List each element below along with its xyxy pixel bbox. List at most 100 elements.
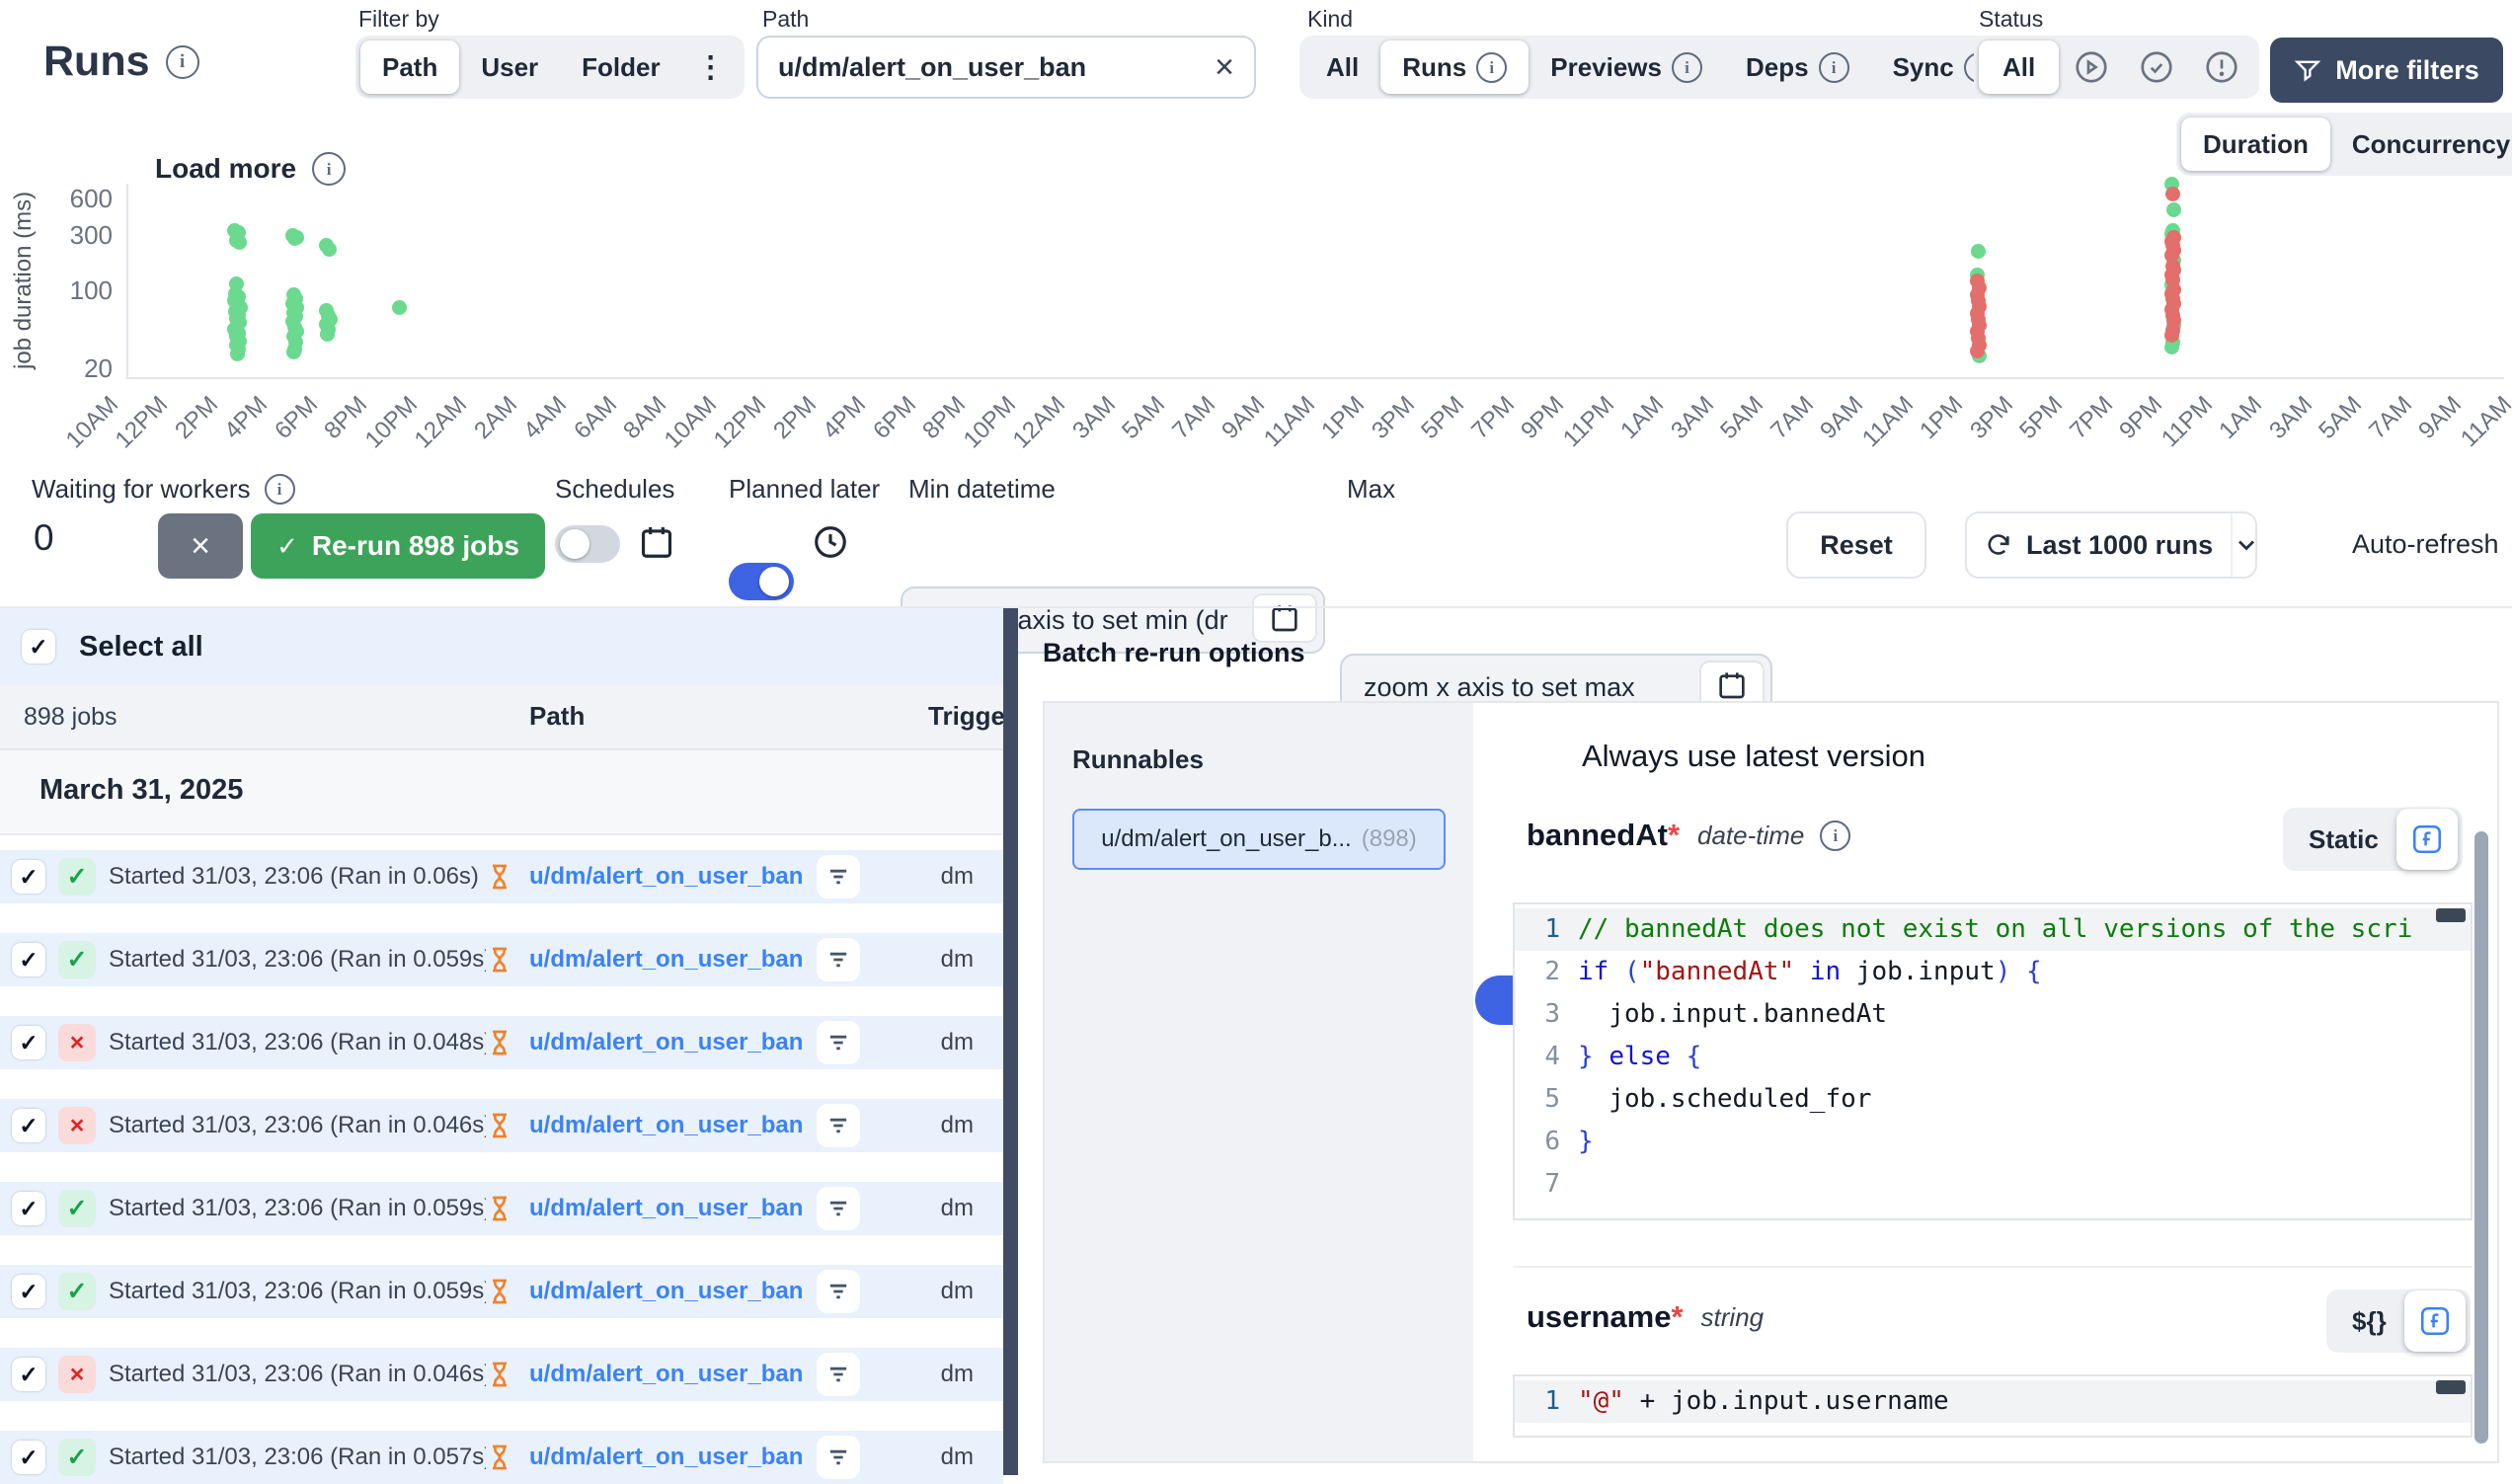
run-path-link[interactable]: u/dm/alert_on_user_ban [529, 1029, 803, 1056]
bannedAt-code-editor[interactable]: 1// bannedAt does not exist on all versi… [1513, 902, 2473, 1220]
run-dot-success[interactable] [322, 242, 337, 257]
username-code-editor[interactable]: 1"@" + job.input.username [1513, 1374, 2473, 1438]
min-datetime-calendar-button[interactable] [1252, 593, 1317, 643]
calendar-icon[interactable] [638, 523, 675, 566]
mode-javascript-button[interactable] [2404, 1290, 2466, 1352]
path-filter-input[interactable]: u/dm/alert_on_user_ban × [756, 36, 1256, 99]
code-line[interactable]: 2if ("bannedAt" in job.input) { [1515, 951, 2471, 993]
line-number: 1 [1515, 908, 1578, 951]
runs-limit-button[interactable]: Last 1000 runs [1967, 513, 2231, 577]
run-dot-failure[interactable] [2164, 328, 2179, 343]
kind-all[interactable]: All [1304, 40, 1380, 94]
column-path: Path [529, 701, 585, 732]
select-all-checkbox[interactable]: ✓ [22, 630, 55, 664]
row-checkbox[interactable]: ✓ [12, 1358, 45, 1391]
field-info-icon[interactable]: i [1820, 820, 1850, 851]
filter-by-path-button[interactable] [817, 1187, 860, 1230]
select-all-bar[interactable]: ✓ Select all [0, 608, 1003, 685]
row-checkbox[interactable]: ✓ [12, 1192, 45, 1225]
run-path-link[interactable]: u/dm/alert_on_user_ban [529, 1361, 803, 1388]
row-checkbox[interactable]: ✓ [12, 1275, 45, 1308]
row-checkbox[interactable]: ✓ [12, 860, 45, 894]
filter-by-path-button[interactable] [817, 938, 860, 981]
panel-scrollbar-thumb[interactable] [2474, 831, 2488, 1444]
run-dot-success[interactable] [392, 300, 407, 315]
waiting-for-workers-value: 0 [34, 517, 54, 559]
mode-static-option[interactable]: Static [2309, 824, 2379, 855]
status-all[interactable]: All [1979, 40, 2059, 94]
run-row[interactable]: ✓×Started 31/03, 23:06 (Ran in 0.048s)u/… [0, 1016, 1003, 1069]
filter-by-path-button[interactable] [817, 1270, 860, 1313]
filter-by-path-button[interactable] [817, 855, 860, 898]
view-concurrency[interactable]: Concurrency [2330, 117, 2512, 171]
run-path-link[interactable]: u/dm/alert_on_user_ban [529, 1112, 803, 1139]
kind-deps[interactable]: Depsi [1724, 40, 1871, 94]
filter-by-path-button[interactable] [817, 1436, 860, 1479]
run-dot-success[interactable] [286, 345, 301, 359]
filter-by-path[interactable]: Path [360, 40, 459, 94]
rerun-jobs-button[interactable]: ✓ Re-run 898 jobs [251, 513, 545, 579]
run-row[interactable]: ✓×Started 31/03, 23:06 (Ran in 0.046s)u/… [0, 1348, 1003, 1401]
code-line[interactable]: 3 job.input.bannedAt [1515, 993, 2471, 1036]
line-number: 7 [1515, 1163, 1578, 1206]
run-path-link[interactable]: u/dm/alert_on_user_ban [529, 1195, 803, 1222]
row-checkbox[interactable]: ✓ [12, 1441, 45, 1474]
run-path-link[interactable]: u/dm/alert_on_user_ban [529, 1278, 803, 1305]
status-success-icon[interactable] [2124, 40, 2189, 94]
run-dot-success[interactable] [2166, 202, 2181, 217]
code-line[interactable]: 4} else { [1515, 1036, 2471, 1078]
runs-limit-dropdown-button[interactable] [2231, 513, 2260, 577]
status-failure-icon[interactable] [2189, 40, 2254, 94]
run-row[interactable]: ✓×Started 31/03, 23:06 (Ran in 0.046s)u/… [0, 1099, 1003, 1152]
run-dot-success[interactable] [1971, 244, 1986, 259]
run-row[interactable]: ✓✓Started 31/03, 23:06 (Ran in 0.059s)u/… [0, 1182, 1003, 1235]
runs-info-icon[interactable]: i [166, 45, 199, 79]
run-dot-success[interactable] [320, 327, 335, 342]
clock-icon[interactable] [812, 523, 849, 566]
run-row[interactable]: ✓✓Started 31/03, 23:06 (Ran in 0.059s)u/… [0, 1265, 1003, 1318]
code-line[interactable]: 5 job.scheduled_for [1515, 1078, 2471, 1121]
run-row[interactable]: ✓✓Started 31/03, 23:06 (Ran in 0.057s)u/… [0, 1431, 1003, 1484]
filter-by-path-button[interactable] [817, 1021, 860, 1064]
code-line[interactable]: 1"@" + job.input.username [1515, 1380, 2471, 1423]
kind-runs[interactable]: Runsi [1380, 40, 1529, 94]
clear-path-icon[interactable]: × [1215, 50, 1234, 84]
editor-scrollbar-thumb[interactable] [2436, 1380, 2466, 1394]
chevron-down-icon [2233, 531, 2260, 559]
run-path-link[interactable]: u/dm/alert_on_user_ban [529, 1444, 803, 1471]
code-line[interactable]: 7 [1515, 1163, 2471, 1206]
row-checkbox[interactable]: ✓ [12, 943, 45, 976]
run-path-link[interactable]: u/dm/alert_on_user_ban [529, 946, 803, 974]
filter-by-path-button[interactable] [817, 1353, 860, 1396]
reset-button[interactable]: Reset [1786, 511, 1926, 579]
mode-template-option[interactable]: ${} [2352, 1306, 2387, 1337]
runnable-chip[interactable]: u/dm/alert_on_user_b... (898) [1072, 809, 1446, 870]
run-path-link[interactable]: u/dm/alert_on_user_ban [529, 863, 803, 891]
run-dot-failure[interactable] [2165, 187, 2180, 201]
schedules-toggle[interactable] [555, 525, 620, 563]
kind-previews[interactable]: Previewsi [1529, 40, 1724, 94]
view-duration[interactable]: Duration [2181, 117, 2330, 171]
more-filters-button[interactable]: More filters [2270, 38, 2503, 103]
filter-by-user[interactable]: User [459, 40, 560, 94]
run-dot-failure[interactable] [1970, 344, 1985, 358]
mode-javascript-button[interactable] [2396, 809, 2458, 870]
filter-by-path-button[interactable] [817, 1104, 860, 1147]
editor-scrollbar-thumb[interactable] [2436, 908, 2466, 922]
run-row[interactable]: ✓✓Started 31/03, 23:06 (Ran in 0.059s)u/… [0, 933, 1003, 986]
cancel-selection-button[interactable]: × [158, 513, 243, 579]
status-running-icon[interactable] [2059, 40, 2124, 94]
run-row[interactable]: ✓✓Started 31/03, 23:06 (Ran in 0.06s)u/d… [0, 850, 1003, 903]
filter-by-more-kebab-icon[interactable]: ⋮ [682, 40, 740, 94]
row-checkbox[interactable]: ✓ [12, 1109, 45, 1142]
code-line[interactable]: 1// bannedAt does not exist on all versi… [1515, 908, 2471, 951]
code-line[interactable]: 6} [1515, 1121, 2471, 1163]
load-more-button[interactable]: Load more [155, 153, 296, 185]
run-dot-success[interactable] [230, 347, 245, 361]
run-dot-success[interactable] [232, 235, 247, 250]
planned-later-toggle[interactable] [729, 563, 794, 600]
filter-path-icon [824, 1029, 852, 1056]
filter-by-folder[interactable]: Folder [560, 40, 681, 94]
panel-splitter-scrollbar[interactable] [1003, 608, 1018, 1475]
row-checkbox[interactable]: ✓ [12, 1026, 45, 1059]
